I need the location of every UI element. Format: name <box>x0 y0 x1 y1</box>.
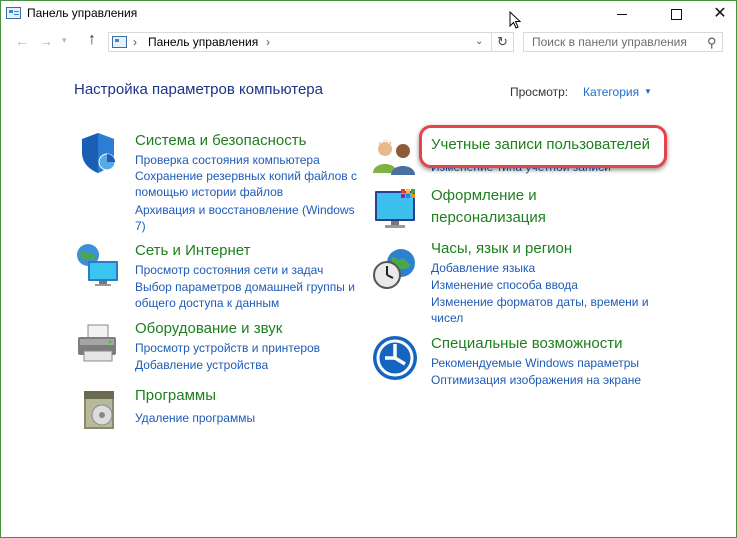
shield-icon[interactable] <box>74 129 122 177</box>
up-arrow-icon[interactable]: ↑ <box>88 31 96 49</box>
link-optimize-display[interactable]: Оптимизация изображения на экране <box>431 372 641 388</box>
search-icon[interactable]: ⚲ <box>707 35 717 51</box>
programs-icon[interactable] <box>76 385 124 433</box>
breadcrumb-chevron-icon[interactable]: › <box>266 35 270 49</box>
back-arrow-icon[interactable]: ← <box>15 33 29 49</box>
category-hardware-sound[interactable]: Оборудование и звук <box>135 318 282 340</box>
link-uninstall-program[interactable]: Удаление программы <box>135 410 255 426</box>
link-change-date-formats-cont[interactable]: чисел <box>431 310 463 326</box>
link-devices-printers[interactable]: Просмотр устройств и принтеров <box>135 340 320 356</box>
link-homegroup-settings-cont[interactable]: общего доступа к данным <box>135 295 279 311</box>
printer-icon[interactable] <box>74 321 122 369</box>
minimize-icon <box>617 13 627 15</box>
dropdown-caret-icon[interactable]: ▼ <box>644 87 652 96</box>
minimize-button[interactable] <box>599 1 645 27</box>
close-button[interactable]: ✕ <box>697 1 737 27</box>
page-title: Настройка параметров компьютера <box>74 81 323 98</box>
link-network-status[interactable]: Просмотр состояния сети и задач <box>135 262 323 278</box>
category-ease-of-access[interactable]: Специальные возможности <box>431 333 623 355</box>
category-appearance[interactable]: Оформление и <box>431 185 537 207</box>
forward-arrow-icon[interactable]: → <box>39 33 53 49</box>
category-network-internet[interactable]: Сеть и Интернет <box>135 240 251 262</box>
link-add-device[interactable]: Добавление устройства <box>135 357 268 373</box>
mouse-cursor-icon <box>509 11 521 29</box>
link-change-date-formats[interactable]: Изменение форматов даты, времени и <box>431 294 649 310</box>
link-change-input-method[interactable]: Изменение способа ввода <box>431 277 578 293</box>
link-file-history-backup[interactable]: Сохранение резервных копий файлов с <box>135 168 357 184</box>
appearance-icon[interactable] <box>371 185 419 233</box>
maximize-icon <box>670 8 682 20</box>
navigation-bar: ← → ▾ ↑ › Панель управления › ⌄ ↻ ⚲ <box>1 29 736 57</box>
view-label: Просмотр: <box>510 85 569 99</box>
view-mode-dropdown[interactable]: Категория <box>583 85 639 99</box>
close-icon: ✕ <box>713 5 727 22</box>
search-input[interactable] <box>524 33 707 51</box>
category-appearance-line2[interactable]: персонализация <box>431 207 546 229</box>
control-panel-icon <box>112 36 127 48</box>
clock-globe-icon[interactable] <box>371 245 419 293</box>
control-panel-icon <box>6 7 21 19</box>
category-user-accounts[interactable]: Учетные записи пользователей <box>431 134 650 156</box>
link-backup-restore-cont[interactable]: 7) <box>135 218 146 234</box>
link-check-computer-status[interactable]: Проверка состояния компьютера <box>135 152 320 168</box>
link-backup-restore[interactable]: Архивация и восстановление (Windows <box>135 202 355 218</box>
network-globe-icon[interactable] <box>74 241 122 289</box>
link-homegroup-settings[interactable]: Выбор параметров домашней группы и <box>135 279 355 295</box>
control-panel-window: Панель управления ✕ ← → ▾ ↑ › Панель упр… <box>0 0 737 538</box>
link-recommended-settings[interactable]: Рекомендуемые Windows параметры <box>431 355 639 371</box>
window-title: Панель управления <box>27 6 138 20</box>
address-dropdown-icon[interactable]: ⌄ <box>475 36 483 47</box>
accessibility-icon[interactable] <box>371 334 419 382</box>
address-bar[interactable]: › Панель управления › ⌄ <box>108 32 492 52</box>
breadcrumb-control-panel[interactable]: Панель управления <box>148 35 258 49</box>
users-icon[interactable] <box>371 131 419 179</box>
search-box[interactable]: ⚲ <box>523 32 723 52</box>
maximize-button[interactable] <box>653 1 699 27</box>
breadcrumb-chevron-icon[interactable]: › <box>133 35 137 49</box>
title-bar[interactable]: Панель управления ✕ <box>1 1 736 27</box>
category-programs[interactable]: Программы <box>135 385 216 407</box>
recent-locations-icon[interactable]: ▾ <box>62 35 67 46</box>
category-clock-region[interactable]: Часы, язык и регион <box>431 238 572 260</box>
refresh-button[interactable]: ↻ <box>492 32 514 52</box>
refresh-icon: ↻ <box>497 34 508 49</box>
link-add-language[interactable]: Добавление языка <box>431 260 535 276</box>
link-file-history-backup-cont[interactable]: помощью истории файлов <box>135 184 283 200</box>
category-system-security[interactable]: Система и безопасность <box>135 130 306 152</box>
